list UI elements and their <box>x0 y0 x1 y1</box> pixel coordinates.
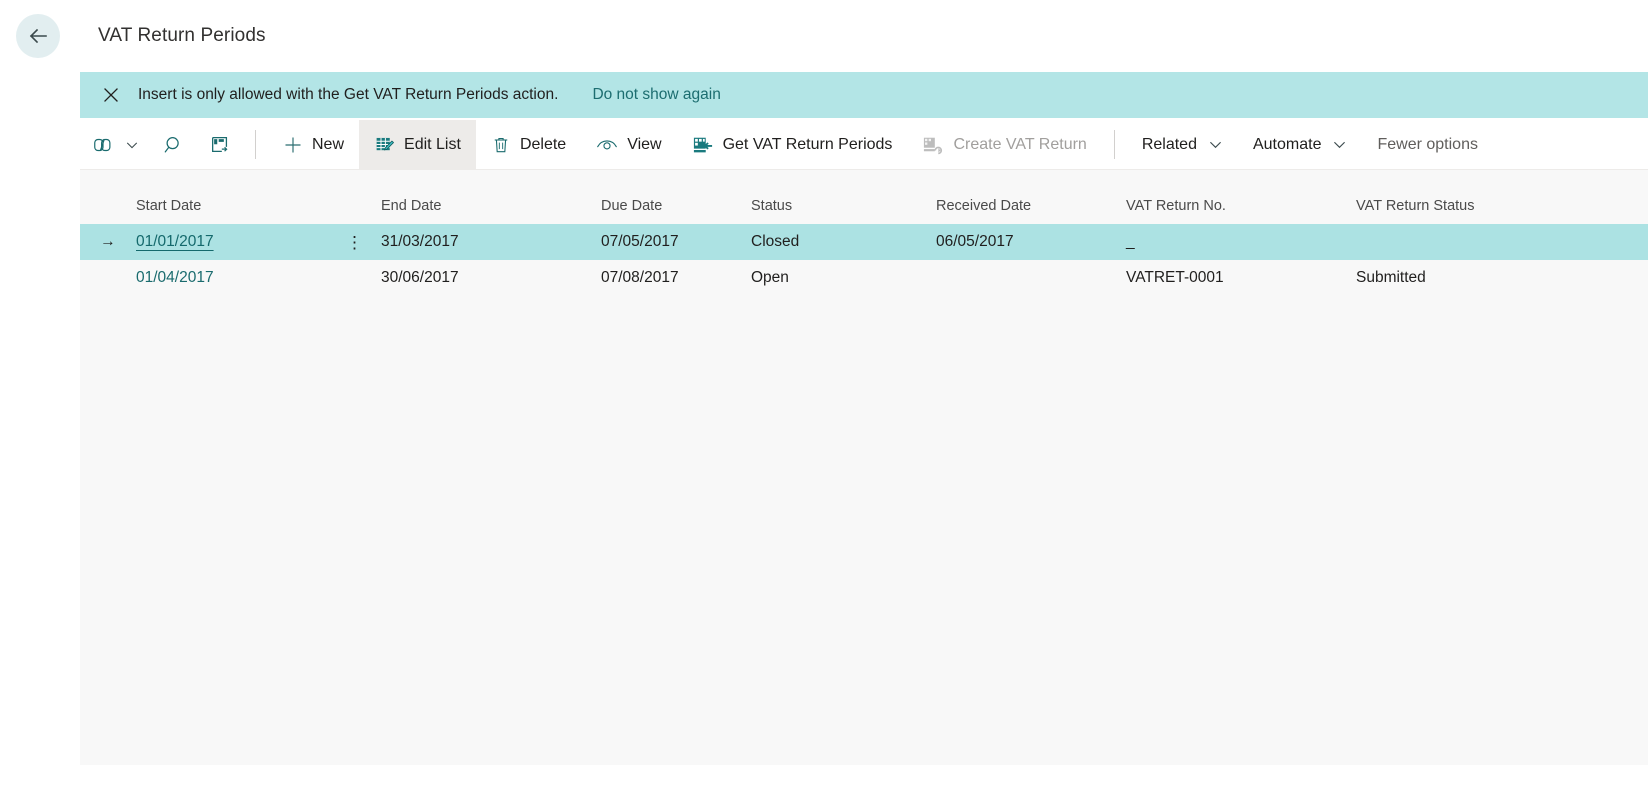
start-date-link[interactable]: 01/01/2017 <box>136 233 214 251</box>
edit-list-button[interactable]: Edit List <box>359 120 476 169</box>
automate-menu[interactable]: Automate <box>1238 120 1362 169</box>
cell-due-date[interactable]: 07/08/2017 <box>601 260 751 296</box>
table-row[interactable]: 01/04/2017 30/06/2017 07/08/2017 Open VA… <box>80 260 1648 296</box>
page-header: VAT Return Periods <box>0 0 1648 72</box>
close-icon <box>104 88 118 102</box>
new-button-label: New <box>312 135 345 153</box>
related-menu-label: Related <box>1141 135 1197 153</box>
fewer-options-label: Fewer options <box>1377 135 1478 153</box>
open-in-new-window-button[interactable] <box>197 120 243 169</box>
view-button-label: View <box>627 135 662 153</box>
toolbar-separator-2 <box>1113 130 1115 159</box>
notification-region: Insert is only allowed with the Get VAT … <box>0 72 1648 118</box>
page-title: VAT Return Periods <box>98 25 266 46</box>
cell-vat-return-no[interactable]: VATRET-0001 <box>1126 260 1356 296</box>
notification-close-button[interactable] <box>100 84 122 106</box>
share-button[interactable] <box>80 120 151 169</box>
do-not-show-again-link[interactable]: Do not show again <box>592 86 720 104</box>
notification-bar: Insert is only allowed with the Get VAT … <box>80 72 1648 118</box>
cell-status[interactable]: Closed <box>751 224 936 260</box>
fewer-options-button[interactable]: Fewer options <box>1362 120 1493 169</box>
row-selected-arrow-icon: → <box>100 233 116 250</box>
cell-vat-return-no[interactable]: _ <box>1126 224 1356 260</box>
cell-start-date[interactable]: 01/04/2017 <box>136 260 381 296</box>
new-button[interactable]: New <box>268 120 359 169</box>
cell-vat-return-status[interactable]: Submitted <box>1356 260 1648 296</box>
row-more-menu-icon[interactable]: ⋮ <box>342 234 367 251</box>
edit-list-button-label: Edit List <box>404 135 461 153</box>
column-header-status[interactable]: Status <box>751 170 936 224</box>
row-indicator-cell: → <box>80 224 136 260</box>
column-header-vat-return-status[interactable]: VAT Return Status <box>1356 170 1648 224</box>
table-row[interactable]: → 01/01/2017 ⋮ 31/03/2017 07/05/2017 Clo… <box>80 224 1648 260</box>
get-vat-return-periods-button[interactable]: Get VAT Return Periods <box>677 120 908 169</box>
cell-status[interactable]: Open <box>751 260 936 296</box>
column-header-vat-return-no[interactable]: VAT Return No. <box>1126 170 1356 224</box>
row-indicator-cell <box>80 260 136 296</box>
view-button[interactable]: View <box>581 120 676 169</box>
chevron-down-icon <box>1208 137 1223 152</box>
grid-table: Start Date End Date Due Date Status Rece… <box>80 170 1648 296</box>
back-button[interactable] <box>16 14 60 58</box>
share-icon <box>94 138 111 151</box>
cell-due-date[interactable]: 07/05/2017 <box>601 224 751 260</box>
chevron-down-icon <box>1332 137 1347 152</box>
command-bar: New Edit List Delete View Get VAT Return… <box>80 118 1648 170</box>
chevron-down-icon <box>125 138 139 152</box>
toolbar-separator-1 <box>255 130 256 159</box>
cell-vat-return-status[interactable] <box>1356 224 1648 260</box>
cell-end-date[interactable]: 30/06/2017 <box>381 260 601 296</box>
plus-icon <box>285 137 301 152</box>
search-icon <box>164 136 179 152</box>
vat-return-periods-grid: Start Date End Date Due Date Status Rece… <box>80 170 1648 765</box>
create-vat-return-label: Create VAT Return <box>953 135 1087 153</box>
open-new-window-icon <box>212 136 228 152</box>
edit-list-icon <box>376 137 394 151</box>
start-date-link[interactable]: 01/04/2017 <box>136 269 214 287</box>
delete-button[interactable]: Delete <box>476 120 581 169</box>
create-vat-return-button: Create VAT Return <box>907 120 1101 169</box>
grid-header-row: Start Date End Date Due Date Status Rece… <box>80 170 1648 224</box>
cell-start-date[interactable]: 01/01/2017 ⋮ <box>136 224 381 260</box>
trash-icon <box>494 137 508 152</box>
notification-message: Insert is only allowed with the Get VAT … <box>138 86 559 103</box>
column-header-end-date[interactable]: End Date <box>381 170 601 224</box>
column-header-due-date[interactable]: Due Date <box>601 170 751 224</box>
get-periods-icon <box>693 137 712 152</box>
column-header-start-date[interactable]: Start Date <box>136 170 381 224</box>
row-indicator-header <box>80 170 136 224</box>
search-button[interactable] <box>151 120 197 169</box>
get-vat-return-periods-label: Get VAT Return Periods <box>722 135 893 153</box>
column-header-received-date[interactable]: Received Date <box>936 170 1126 224</box>
cell-received-date[interactable] <box>936 260 1126 296</box>
cell-received-date[interactable]: 06/05/2017 <box>936 224 1126 260</box>
delete-button-label: Delete <box>519 135 567 153</box>
automate-menu-label: Automate <box>1252 135 1322 153</box>
related-menu[interactable]: Related <box>1127 120 1238 169</box>
eye-icon <box>597 139 618 149</box>
create-vat-return-icon <box>924 137 943 154</box>
arrow-left-icon <box>29 28 47 44</box>
cell-end-date[interactable]: 31/03/2017 <box>381 224 601 260</box>
